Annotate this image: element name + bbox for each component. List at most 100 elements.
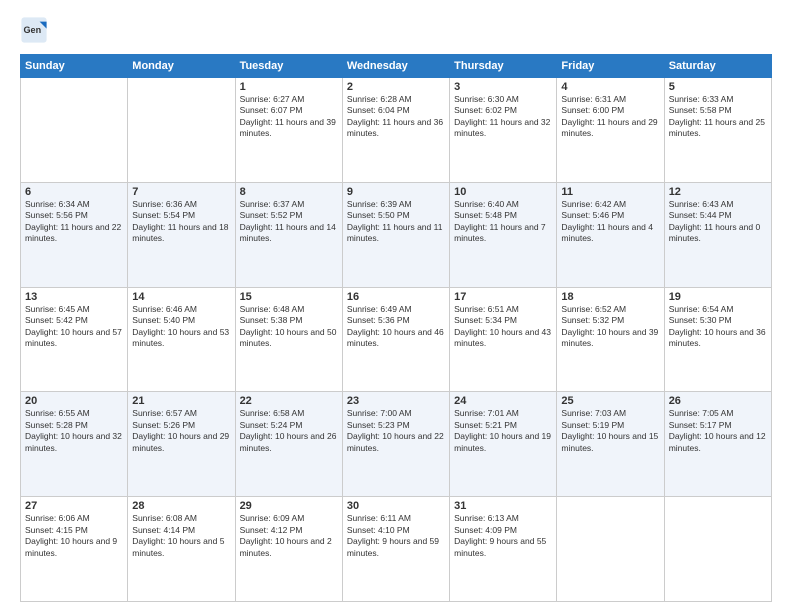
day-info: Sunrise: 6:43 AM Sunset: 5:44 PM Dayligh… bbox=[669, 199, 767, 245]
calendar-cell: 8Sunrise: 6:37 AM Sunset: 5:52 PM Daylig… bbox=[235, 182, 342, 287]
calendar-cell: 20Sunrise: 6:55 AM Sunset: 5:28 PM Dayli… bbox=[21, 392, 128, 497]
day-number: 27 bbox=[25, 500, 123, 512]
calendar-cell: 29Sunrise: 6:09 AM Sunset: 4:12 PM Dayli… bbox=[235, 497, 342, 602]
week-row-2: 6Sunrise: 6:34 AM Sunset: 5:56 PM Daylig… bbox=[21, 182, 772, 287]
day-number: 28 bbox=[132, 500, 230, 512]
calendar-cell bbox=[21, 78, 128, 183]
calendar-cell: 11Sunrise: 6:42 AM Sunset: 5:46 PM Dayli… bbox=[557, 182, 664, 287]
calendar-cell: 6Sunrise: 6:34 AM Sunset: 5:56 PM Daylig… bbox=[21, 182, 128, 287]
calendar-cell: 15Sunrise: 6:48 AM Sunset: 5:38 PM Dayli… bbox=[235, 287, 342, 392]
calendar-cell: 17Sunrise: 6:51 AM Sunset: 5:34 PM Dayli… bbox=[450, 287, 557, 392]
day-info: Sunrise: 6:30 AM Sunset: 6:02 PM Dayligh… bbox=[454, 94, 552, 140]
day-number: 6 bbox=[25, 186, 123, 198]
day-info: Sunrise: 6:11 AM Sunset: 4:10 PM Dayligh… bbox=[347, 513, 445, 559]
day-info: Sunrise: 6:27 AM Sunset: 6:07 PM Dayligh… bbox=[240, 94, 338, 140]
day-info: Sunrise: 6:06 AM Sunset: 4:15 PM Dayligh… bbox=[25, 513, 123, 559]
day-info: Sunrise: 7:03 AM Sunset: 5:19 PM Dayligh… bbox=[561, 408, 659, 454]
day-info: Sunrise: 6:13 AM Sunset: 4:09 PM Dayligh… bbox=[454, 513, 552, 559]
weekday-header-tuesday: Tuesday bbox=[235, 55, 342, 78]
calendar-cell: 9Sunrise: 6:39 AM Sunset: 5:50 PM Daylig… bbox=[342, 182, 449, 287]
day-info: Sunrise: 6:40 AM Sunset: 5:48 PM Dayligh… bbox=[454, 199, 552, 245]
calendar-cell: 12Sunrise: 6:43 AM Sunset: 5:44 PM Dayli… bbox=[664, 182, 771, 287]
day-info: Sunrise: 6:34 AM Sunset: 5:56 PM Dayligh… bbox=[25, 199, 123, 245]
calendar-cell: 1Sunrise: 6:27 AM Sunset: 6:07 PM Daylig… bbox=[235, 78, 342, 183]
calendar-cell bbox=[664, 497, 771, 602]
day-number: 15 bbox=[240, 291, 338, 303]
day-number: 22 bbox=[240, 395, 338, 407]
day-number: 25 bbox=[561, 395, 659, 407]
day-number: 20 bbox=[25, 395, 123, 407]
day-number: 29 bbox=[240, 500, 338, 512]
calendar-cell: 7Sunrise: 6:36 AM Sunset: 5:54 PM Daylig… bbox=[128, 182, 235, 287]
calendar-cell: 25Sunrise: 7:03 AM Sunset: 5:19 PM Dayli… bbox=[557, 392, 664, 497]
day-info: Sunrise: 6:45 AM Sunset: 5:42 PM Dayligh… bbox=[25, 304, 123, 350]
day-number: 2 bbox=[347, 81, 445, 93]
week-row-5: 27Sunrise: 6:06 AM Sunset: 4:15 PM Dayli… bbox=[21, 497, 772, 602]
day-info: Sunrise: 6:28 AM Sunset: 6:04 PM Dayligh… bbox=[347, 94, 445, 140]
day-number: 3 bbox=[454, 81, 552, 93]
calendar-table: SundayMondayTuesdayWednesdayThursdayFrid… bbox=[20, 54, 772, 602]
day-number: 8 bbox=[240, 186, 338, 198]
calendar-cell: 16Sunrise: 6:49 AM Sunset: 5:36 PM Dayli… bbox=[342, 287, 449, 392]
day-info: Sunrise: 6:09 AM Sunset: 4:12 PM Dayligh… bbox=[240, 513, 338, 559]
week-row-1: 1Sunrise: 6:27 AM Sunset: 6:07 PM Daylig… bbox=[21, 78, 772, 183]
day-number: 18 bbox=[561, 291, 659, 303]
calendar-cell: 4Sunrise: 6:31 AM Sunset: 6:00 PM Daylig… bbox=[557, 78, 664, 183]
day-number: 23 bbox=[347, 395, 445, 407]
calendar-cell: 18Sunrise: 6:52 AM Sunset: 5:32 PM Dayli… bbox=[557, 287, 664, 392]
day-number: 13 bbox=[25, 291, 123, 303]
weekday-header-sunday: Sunday bbox=[21, 55, 128, 78]
day-number: 9 bbox=[347, 186, 445, 198]
day-number: 24 bbox=[454, 395, 552, 407]
day-info: Sunrise: 6:37 AM Sunset: 5:52 PM Dayligh… bbox=[240, 199, 338, 245]
page: Gen SundayMondayTuesdayWednesdayThursday… bbox=[0, 0, 792, 612]
day-number: 10 bbox=[454, 186, 552, 198]
day-info: Sunrise: 6:49 AM Sunset: 5:36 PM Dayligh… bbox=[347, 304, 445, 350]
svg-text:Gen: Gen bbox=[24, 25, 42, 35]
day-info: Sunrise: 6:55 AM Sunset: 5:28 PM Dayligh… bbox=[25, 408, 123, 454]
calendar-cell: 2Sunrise: 6:28 AM Sunset: 6:04 PM Daylig… bbox=[342, 78, 449, 183]
weekday-header-row: SundayMondayTuesdayWednesdayThursdayFrid… bbox=[21, 55, 772, 78]
calendar-cell: 24Sunrise: 7:01 AM Sunset: 5:21 PM Dayli… bbox=[450, 392, 557, 497]
day-number: 7 bbox=[132, 186, 230, 198]
calendar-cell: 28Sunrise: 6:08 AM Sunset: 4:14 PM Dayli… bbox=[128, 497, 235, 602]
day-info: Sunrise: 6:42 AM Sunset: 5:46 PM Dayligh… bbox=[561, 199, 659, 245]
day-number: 17 bbox=[454, 291, 552, 303]
weekday-header-wednesday: Wednesday bbox=[342, 55, 449, 78]
day-number: 30 bbox=[347, 500, 445, 512]
day-info: Sunrise: 6:54 AM Sunset: 5:30 PM Dayligh… bbox=[669, 304, 767, 350]
day-number: 5 bbox=[669, 81, 767, 93]
day-info: Sunrise: 6:08 AM Sunset: 4:14 PM Dayligh… bbox=[132, 513, 230, 559]
header: Gen bbox=[20, 16, 772, 44]
calendar-cell: 31Sunrise: 6:13 AM Sunset: 4:09 PM Dayli… bbox=[450, 497, 557, 602]
logo: Gen bbox=[20, 16, 50, 44]
calendar-cell: 5Sunrise: 6:33 AM Sunset: 5:58 PM Daylig… bbox=[664, 78, 771, 183]
calendar-cell: 23Sunrise: 7:00 AM Sunset: 5:23 PM Dayli… bbox=[342, 392, 449, 497]
calendar-cell: 14Sunrise: 6:46 AM Sunset: 5:40 PM Dayli… bbox=[128, 287, 235, 392]
day-number: 4 bbox=[561, 81, 659, 93]
day-info: Sunrise: 6:36 AM Sunset: 5:54 PM Dayligh… bbox=[132, 199, 230, 245]
calendar-cell: 22Sunrise: 6:58 AM Sunset: 5:24 PM Dayli… bbox=[235, 392, 342, 497]
weekday-header-thursday: Thursday bbox=[450, 55, 557, 78]
week-row-4: 20Sunrise: 6:55 AM Sunset: 5:28 PM Dayli… bbox=[21, 392, 772, 497]
day-info: Sunrise: 6:46 AM Sunset: 5:40 PM Dayligh… bbox=[132, 304, 230, 350]
logo-icon: Gen bbox=[20, 16, 48, 44]
day-info: Sunrise: 6:39 AM Sunset: 5:50 PM Dayligh… bbox=[347, 199, 445, 245]
calendar-cell bbox=[128, 78, 235, 183]
calendar-cell: 13Sunrise: 6:45 AM Sunset: 5:42 PM Dayli… bbox=[21, 287, 128, 392]
weekday-header-monday: Monday bbox=[128, 55, 235, 78]
week-row-3: 13Sunrise: 6:45 AM Sunset: 5:42 PM Dayli… bbox=[21, 287, 772, 392]
day-info: Sunrise: 7:00 AM Sunset: 5:23 PM Dayligh… bbox=[347, 408, 445, 454]
day-info: Sunrise: 6:48 AM Sunset: 5:38 PM Dayligh… bbox=[240, 304, 338, 350]
day-info: Sunrise: 7:01 AM Sunset: 5:21 PM Dayligh… bbox=[454, 408, 552, 454]
day-info: Sunrise: 6:58 AM Sunset: 5:24 PM Dayligh… bbox=[240, 408, 338, 454]
day-number: 16 bbox=[347, 291, 445, 303]
day-number: 1 bbox=[240, 81, 338, 93]
calendar-cell bbox=[557, 497, 664, 602]
calendar-cell: 27Sunrise: 6:06 AM Sunset: 4:15 PM Dayli… bbox=[21, 497, 128, 602]
day-number: 14 bbox=[132, 291, 230, 303]
day-number: 21 bbox=[132, 395, 230, 407]
calendar-cell: 10Sunrise: 6:40 AM Sunset: 5:48 PM Dayli… bbox=[450, 182, 557, 287]
weekday-header-saturday: Saturday bbox=[664, 55, 771, 78]
day-number: 26 bbox=[669, 395, 767, 407]
